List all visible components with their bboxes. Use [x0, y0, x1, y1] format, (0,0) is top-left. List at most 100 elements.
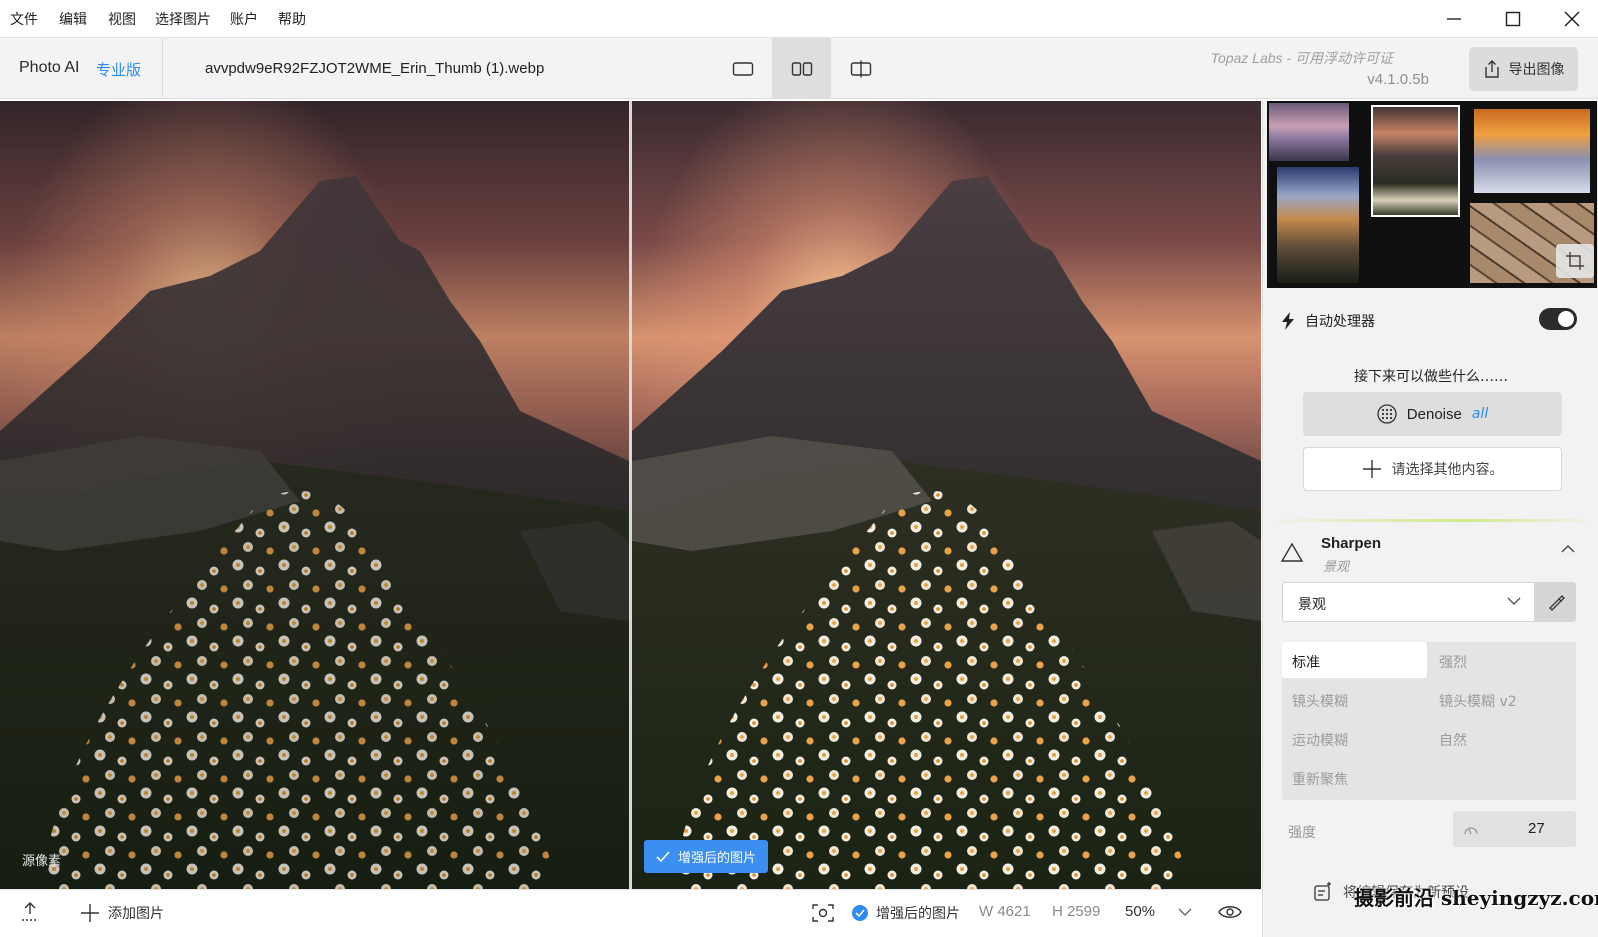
model-option-lens-blur-v2[interactable]: 镜头模糊 v2: [1429, 681, 1574, 717]
original-image-pane[interactable]: 源像素: [0, 101, 629, 889]
gauge-icon: [1464, 827, 1478, 835]
minimize-button[interactable]: [1432, 4, 1476, 34]
license-text: Topaz Labs - 可用浮动许可证: [1210, 50, 1393, 66]
menu-account[interactable]: 账户: [230, 9, 258, 29]
denoise-mode: all: [1471, 406, 1489, 422]
select-other-button[interactable]: 请选择其他内容。: [1303, 447, 1562, 491]
brand-name: Photo AI: [19, 59, 80, 76]
upload-icon: [22, 902, 38, 921]
menu-edit[interactable]: 编辑: [59, 9, 87, 29]
add-image-label: 添加图片: [108, 906, 164, 922]
sharpen-subtitle: 景观: [1323, 560, 1350, 575]
enhanced-landscape-image: [632, 101, 1261, 889]
export-label: 导出图像: [1508, 62, 1565, 78]
brand-edition: 专业版: [96, 61, 142, 79]
autopilot-toggle[interactable]: [1539, 308, 1577, 330]
strength-label: 强度: [1288, 825, 1316, 841]
upload-button[interactable]: [20, 900, 40, 922]
denoise-label: Denoise: [1406, 405, 1462, 423]
side-by-side-icon: [791, 61, 812, 76]
model-options: 标准 强烈 镜头模糊 镜头模糊 v2 运动模糊 自然 重新聚焦: [1282, 642, 1576, 800]
image-width: W 4621: [979, 903, 1031, 920]
check-circle-icon: [852, 905, 868, 921]
original-landscape-image: [0, 101, 629, 889]
side-by-side-view-button[interactable]: [772, 38, 831, 99]
single-view-button[interactable]: [713, 38, 772, 99]
sharpen-title: Sharpen: [1321, 535, 1382, 552]
select-other-label: 请选择其他内容。: [1391, 462, 1504, 478]
sharpen-triangle-icon: [1281, 542, 1303, 562]
maximize-button[interactable]: [1491, 4, 1535, 34]
model-option-natural[interactable]: 自然: [1429, 720, 1574, 756]
plus-icon: [1362, 460, 1381, 478]
autopilot-row: 自动处理器: [1281, 311, 1375, 331]
zoom-select[interactable]: 50%: [1125, 903, 1193, 920]
strength-value: 27: [1528, 820, 1545, 837]
model-option-lens-blur[interactable]: 镜头模糊: [1282, 681, 1427, 717]
version-text: v4.1.0.5b: [1367, 71, 1429, 88]
toggle-knob: [1558, 311, 1574, 327]
menu-select-image[interactable]: 选择图片: [155, 9, 211, 29]
model-option-standard[interactable]: 标准: [1282, 642, 1427, 678]
split-view-icon: [850, 60, 871, 77]
thumbnail-1[interactable]: [1269, 103, 1349, 161]
crop-icon: [1566, 252, 1584, 270]
minimize-icon: [1447, 18, 1461, 20]
thumbnail-4[interactable]: [1277, 167, 1359, 283]
eye-icon: [1218, 906, 1242, 918]
menu-help[interactable]: 帮助: [278, 9, 306, 29]
screenshot-button[interactable]: [812, 903, 834, 923]
plus-icon: [81, 904, 99, 922]
add-image-button[interactable]: 添加图片: [80, 903, 164, 923]
enhanced-image-pane[interactable]: 增强后的图片: [632, 101, 1261, 889]
chevron-up-icon[interactable]: [1560, 544, 1576, 554]
preset-icon: [1314, 882, 1331, 901]
chevron-down-icon: [1178, 908, 1192, 916]
menu-file[interactable]: 文件: [10, 9, 38, 29]
edit-mask-button[interactable]: [1535, 582, 1576, 622]
close-button[interactable]: [1550, 4, 1594, 34]
original-label: 源像素: [22, 854, 62, 869]
model-option-motion-blur[interactable]: 运动模糊: [1282, 720, 1427, 756]
watermark-text: 摄影前沿 sheyingzyz.com: [1354, 886, 1598, 910]
model-select-value: 景观: [1298, 597, 1326, 613]
zoom-value: 50%: [1125, 903, 1156, 920]
camera-focus-icon: [812, 904, 834, 922]
model-select[interactable]: 景观: [1282, 582, 1535, 622]
autopilot-label: 自动处理器: [1305, 314, 1375, 330]
model-option-refocus[interactable]: 重新聚焦: [1282, 759, 1427, 795]
denoise-button[interactable]: Denoise all: [1303, 392, 1562, 436]
export-icon: [1484, 60, 1499, 78]
denoise-icon: [1377, 404, 1397, 424]
image-height: H 2599: [1052, 903, 1101, 920]
thumbnail-2-selected[interactable]: [1371, 105, 1460, 217]
file-name: avvpdw9eR92FZJOT2WME_Erin_Thumb (1).webp: [205, 60, 545, 77]
maximize-icon: [1505, 11, 1521, 27]
preview-toggle[interactable]: 增强后的图片: [852, 903, 960, 923]
check-icon: [656, 850, 670, 862]
top-toolbar: Photo AI 专业版 avvpdw9eR92FZJOT2WME_Erin_T…: [0, 38, 1598, 99]
sharpen-card: Sharpen 景观 景观 标准 强烈 镜头模糊 镜头模糊 v2 运动模糊 自然…: [1263, 522, 1598, 937]
close-icon: [1564, 11, 1580, 27]
enhanced-label: 增强后的图片: [678, 851, 757, 866]
menu-view[interactable]: 视图: [108, 9, 136, 29]
next-steps-title: 接下来可以做些什么……: [1354, 369, 1508, 385]
lightning-icon: [1282, 312, 1294, 330]
strength-input[interactable]: 27: [1453, 811, 1576, 847]
split-view-button[interactable]: [831, 38, 890, 99]
enhanced-badge[interactable]: 增强后的图片: [644, 840, 769, 873]
export-button[interactable]: 导出图像: [1469, 47, 1578, 91]
brush-icon: [1548, 595, 1565, 611]
brand: Photo AI 专业版: [0, 38, 163, 99]
menu-bar: 文件 编辑 视图 选择图片 账户 帮助: [0, 0, 1598, 38]
model-option-strong[interactable]: 强烈: [1429, 642, 1574, 678]
crop-button[interactable]: [1556, 244, 1594, 278]
chevron-down-icon: [1507, 597, 1521, 605]
preview-eye-button[interactable]: [1218, 903, 1242, 921]
thumbnail-3[interactable]: [1474, 109, 1590, 193]
thumbnail-strip: [1267, 101, 1597, 288]
preview-label: 增强后的图片: [876, 906, 960, 922]
right-panel: 自动处理器 接下来可以做些什么…… Denoise all 请选择其他内容。 S…: [1262, 101, 1598, 937]
bottom-bar: 添加图片 增强后的图片 W 4621 H 2599 50%: [0, 889, 1262, 937]
single-view-icon: [732, 61, 753, 76]
